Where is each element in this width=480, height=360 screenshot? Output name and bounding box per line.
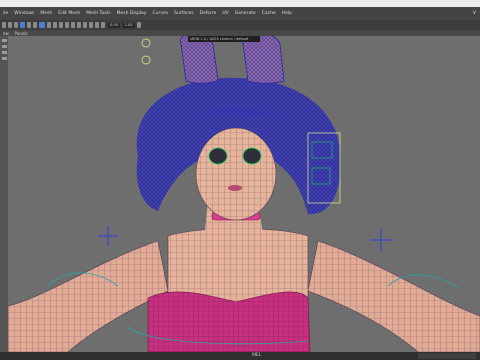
panel-menu-view[interactable]: ew bbox=[0, 31, 12, 36]
select-tool-icon[interactable] bbox=[1, 39, 7, 42]
menu-mesh-tools[interactable]: Mesh Tools bbox=[83, 7, 113, 20]
locator-right[interactable] bbox=[370, 229, 392, 251]
menu-mesh[interactable]: Mesh bbox=[37, 7, 55, 20]
menu-surfaces[interactable]: Surfaces bbox=[171, 7, 197, 20]
mel-label: MEL bbox=[252, 353, 262, 358]
menu-windows[interactable]: Windows bbox=[11, 7, 37, 20]
status-bar: MEL bbox=[0, 352, 480, 360]
menu-uv[interactable]: UV bbox=[219, 7, 231, 20]
bookmark-icon[interactable] bbox=[14, 22, 18, 28]
camera-attributes-icon[interactable] bbox=[8, 22, 12, 28]
film-gate-icon[interactable] bbox=[27, 22, 31, 28]
isolate-select-icon[interactable] bbox=[101, 22, 105, 28]
right-eye[interactable] bbox=[242, 147, 262, 165]
color-space-hud: sRGB 1.0 / ACES cinema / default bbox=[188, 36, 260, 42]
lasso-tool-icon[interactable] bbox=[1, 45, 7, 48]
paint-select-icon[interactable] bbox=[1, 51, 7, 54]
menu-edit-mesh[interactable]: Edit Mesh bbox=[55, 7, 83, 20]
locator-left[interactable] bbox=[98, 226, 118, 246]
menu-deform[interactable]: Deform bbox=[197, 7, 220, 20]
viewport-scene bbox=[8, 36, 480, 352]
select-camera-icon[interactable] bbox=[2, 22, 6, 28]
menu-cache[interactable]: Cache bbox=[259, 7, 279, 20]
tool-box bbox=[0, 36, 8, 352]
grid-icon[interactable] bbox=[20, 22, 25, 28]
antialiasing-icon[interactable] bbox=[77, 22, 81, 28]
panel-menu-panels[interactable]: Panels bbox=[12, 31, 31, 36]
left-eye[interactable] bbox=[208, 147, 228, 165]
color-management-icon[interactable] bbox=[136, 22, 141, 28]
textured-icon[interactable] bbox=[53, 22, 57, 28]
move-tool-icon[interactable] bbox=[1, 57, 7, 60]
smooth-shade-icon[interactable] bbox=[47, 22, 51, 28]
head-control[interactable] bbox=[141, 55, 151, 65]
command-line[interactable] bbox=[418, 353, 476, 359]
exposure-field[interactable]: 0.00 bbox=[108, 22, 120, 28]
eye-aim-control[interactable] bbox=[141, 38, 151, 48]
bunny-ears[interactable] bbox=[180, 36, 285, 84]
viewport[interactable]: sRGB 1.0 / ACES cinema / default bbox=[8, 36, 480, 352]
shadows-icon[interactable] bbox=[65, 22, 69, 28]
workspace-label[interactable]: V bbox=[473, 11, 480, 16]
xray-icon[interactable] bbox=[89, 22, 93, 28]
window-title-strip bbox=[0, 0, 480, 7]
resolution-gate-icon[interactable] bbox=[33, 22, 37, 28]
viewport-toolbar: 0.00 1.00 bbox=[0, 20, 480, 30]
mouth[interactable] bbox=[228, 185, 242, 191]
pink-top[interactable] bbox=[147, 291, 311, 352]
gamma-field[interactable]: 1.00 bbox=[122, 22, 135, 28]
menu-bar: ile Windows Mesh Edit Mesh Mesh Tools Me… bbox=[0, 7, 480, 20]
depth-of-field-icon[interactable] bbox=[83, 22, 87, 28]
menu-generate[interactable]: Generate bbox=[232, 7, 259, 20]
xray-joints-icon[interactable] bbox=[95, 22, 99, 28]
lights-icon[interactable] bbox=[59, 22, 63, 28]
menu-file[interactable]: ile bbox=[0, 7, 11, 20]
ambient-occlusion-icon[interactable] bbox=[71, 22, 75, 28]
menu-mesh-display[interactable]: Mesh Display bbox=[114, 7, 150, 20]
menu-help[interactable]: Help bbox=[279, 7, 295, 20]
menu-curves[interactable]: Curves bbox=[149, 7, 171, 20]
wireframe-on-shaded-icon[interactable] bbox=[39, 22, 45, 28]
character-head[interactable] bbox=[195, 127, 277, 221]
